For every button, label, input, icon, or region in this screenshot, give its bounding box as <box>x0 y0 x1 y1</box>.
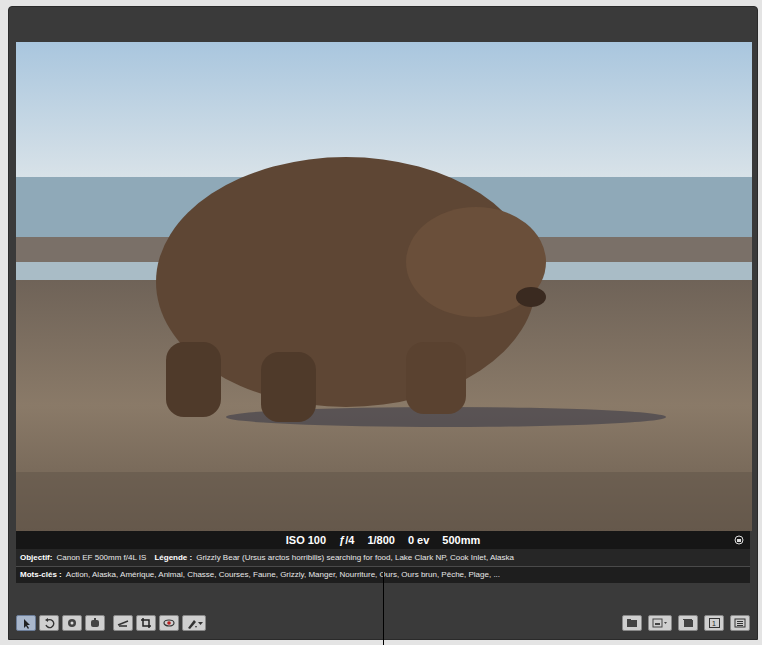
exif-value: ƒ/4 <box>339 535 354 546</box>
lens-label: Objectif: <box>20 552 52 564</box>
rotate-icon <box>43 617 55 629</box>
exif-value: 1/800 <box>367 535 395 546</box>
pointer-icon <box>20 617 32 629</box>
lens-value: Canon EF 500mm f/4L IS <box>56 552 146 564</box>
folder-icon <box>626 618 638 628</box>
stack-button[interactable] <box>678 615 698 631</box>
caption-row: Objectif: Canon EF 500mm f/4L IS Légende :… <box>16 549 750 566</box>
photo-area <box>9 42 757 531</box>
callout-line <box>383 572 384 645</box>
tool-button[interactable] <box>62 615 82 631</box>
browser-button[interactable] <box>622 615 642 631</box>
exif-value: ISO 100 <box>286 535 326 546</box>
tool-button[interactable] <box>16 615 36 631</box>
stack-icon <box>682 618 694 628</box>
tool-button[interactable] <box>85 615 105 631</box>
viewer-window: ISO 100 ƒ/4 1/800 0 ev 500mm Objectif: Canon E… <box>8 6 758 640</box>
exif-value: 500mm <box>442 535 480 546</box>
list-view-button[interactable] <box>730 615 750 631</box>
dropdown-caret-icon <box>198 621 203 626</box>
overlay-button[interactable] <box>648 615 672 631</box>
tool-button[interactable] <box>113 615 133 631</box>
exif-row: ISO 100 ƒ/4 1/800 0 ev 500mm <box>16 531 750 549</box>
straighten-icon <box>117 617 129 629</box>
tool-button[interactable] <box>136 615 156 631</box>
single-view-button[interactable]: 1 <box>704 615 724 631</box>
keywords-label: Mots-clés : <box>20 569 62 581</box>
viewer-top-bar <box>9 7 757 42</box>
tool-button[interactable] <box>159 615 179 631</box>
red-eye-icon <box>163 617 175 629</box>
stamp-icon <box>89 617 101 629</box>
photo-image-icon <box>16 42 752 531</box>
lift-icon <box>66 617 78 629</box>
exif-value: 0 ev <box>408 535 429 546</box>
caption-label: Légende : <box>154 552 192 564</box>
crop-icon <box>140 617 152 629</box>
tool-group <box>16 615 206 631</box>
list-icon <box>734 618 746 628</box>
view-group: 1 <box>622 615 750 631</box>
single-view-label: 1 <box>709 618 720 628</box>
metadata-badge-icon[interactable] <box>734 535 744 545</box>
caption-value: Grizzly Bear (Ursus arctos horribilis) s… <box>196 552 514 564</box>
tool-button[interactable] <box>39 615 59 631</box>
keywords-value: Action, Alaska, Amérique, Animal, Chasse… <box>66 569 500 581</box>
photo <box>16 42 752 531</box>
tool-button[interactable] <box>182 615 206 631</box>
overlay-icon <box>652 618 668 628</box>
brush-icon <box>186 617 198 629</box>
